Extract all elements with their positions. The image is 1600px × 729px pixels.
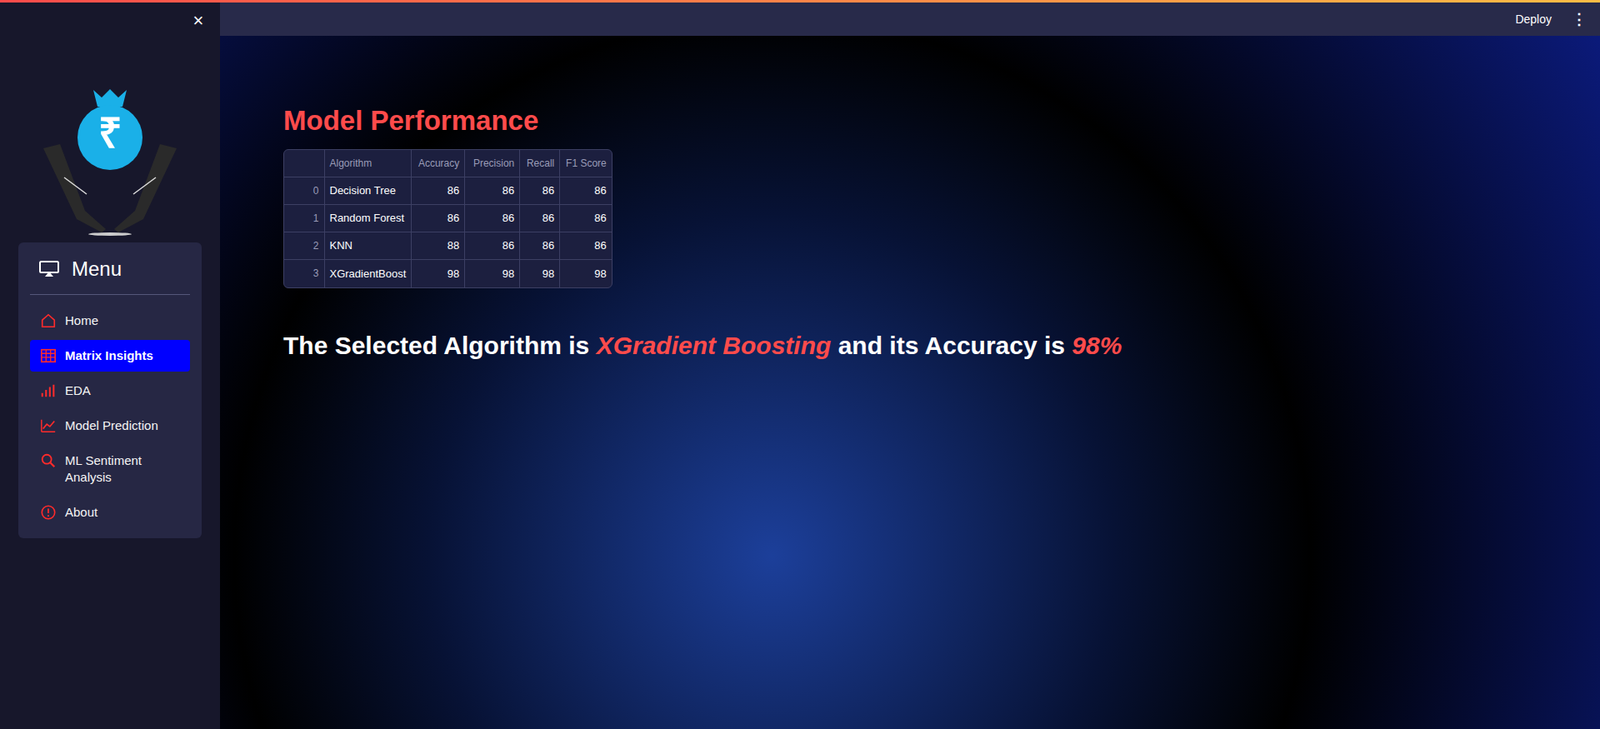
table-cell: 86 xyxy=(411,177,465,205)
result-text: The Selected Algorithm is XGradient Boos… xyxy=(283,329,1600,362)
sidebar-item-label: Home xyxy=(65,312,99,330)
table-row: 0Decision Tree86868686 xyxy=(284,177,612,205)
table-cell: KNN xyxy=(324,232,412,260)
table-cell: 86 xyxy=(520,205,560,233)
search-icon xyxy=(40,452,57,470)
sidebar-item[interactable]: Matrix Insights xyxy=(30,340,190,372)
table-cell: XGradientBoost xyxy=(324,260,412,288)
table-cell: 98 xyxy=(520,260,560,288)
menu-card: Menu Home Matrix Insights EDA Model Predict… xyxy=(18,242,202,539)
table-cell: 86 xyxy=(411,205,465,233)
hands-icon xyxy=(35,85,185,236)
sidebar-item[interactable]: Home xyxy=(30,305,190,337)
table-cell: 86 xyxy=(560,177,612,205)
menu-header: Menu xyxy=(30,254,190,295)
sidebar: × ₹ Menu Home Matrix Insights EDA Model Pre… xyxy=(0,2,220,729)
sidebar-item[interactable]: About xyxy=(30,496,190,529)
table-cell: 86 xyxy=(465,232,520,260)
sidebar-item[interactable]: ML Sentiment Analysis xyxy=(30,445,190,494)
sidebar-item[interactable]: Model Prediction xyxy=(30,410,190,442)
column-header xyxy=(284,150,325,178)
table-header: AlgorithmAccuracyPrecisionRecallF1 Score xyxy=(284,150,612,178)
sidebar-item-label: About xyxy=(65,504,98,521)
info-icon xyxy=(40,504,57,521)
airplay-icon xyxy=(38,260,60,279)
logo: ₹ xyxy=(35,85,185,236)
table-cell: 86 xyxy=(465,177,520,205)
table-row: 1Random Forest86868686 xyxy=(284,205,612,233)
table-cell: 86 xyxy=(560,205,612,233)
menu-list: Home Matrix Insights EDA Model Prediction ML… xyxy=(30,305,190,529)
page-title: Model Performance xyxy=(283,104,1600,138)
table-cell: 98 xyxy=(465,260,520,288)
table-cell: 2 xyxy=(284,232,325,260)
sidebar-item-label: ML Sentiment Analysis xyxy=(65,452,180,486)
table-cell: 98 xyxy=(411,260,465,288)
table-cell: 88 xyxy=(411,232,465,260)
table-cell: 86 xyxy=(520,177,560,205)
sidebar-item[interactable]: EDA xyxy=(30,375,190,407)
table-cell: 0 xyxy=(284,177,325,205)
more-button[interactable]: ⋮ xyxy=(1568,8,1590,31)
column-header: Algorithm xyxy=(324,150,412,178)
deploy-button[interactable]: Deploy xyxy=(1510,7,1557,32)
table-cell: 1 xyxy=(284,205,325,233)
result-algorithm: XGradient Boosting xyxy=(596,331,832,360)
sidebar-item-label: EDA xyxy=(65,382,91,400)
bar-chart-icon xyxy=(40,382,57,400)
main-area: Model Performance AlgorithmAccuracyPreci… xyxy=(220,35,1600,729)
close-button[interactable]: × xyxy=(186,9,210,33)
table-row: 2KNN88868686 xyxy=(284,232,612,260)
result-accuracy: 98% xyxy=(1071,331,1122,360)
house-icon xyxy=(40,312,57,330)
table-icon xyxy=(40,347,57,365)
column-header: Recall xyxy=(520,150,560,178)
sidebar-item-label: Model Prediction xyxy=(65,417,159,435)
rupee-symbol: ₹ xyxy=(35,112,185,155)
table-cell: Decision Tree xyxy=(324,177,412,205)
table-cell: Random Forest xyxy=(324,205,412,233)
performance-table: AlgorithmAccuracyPrecisionRecallF1 Score… xyxy=(283,149,613,289)
result-middle: and its Accuracy is xyxy=(830,331,1072,360)
column-header: F1 Score xyxy=(560,150,612,178)
table-cell: 98 xyxy=(560,260,612,288)
column-header: Precision xyxy=(465,150,520,178)
table-row: 3XGradientBoost98989898 xyxy=(284,260,612,288)
table-cell: 86 xyxy=(520,232,560,260)
table-cell: 86 xyxy=(560,232,612,260)
line-chart-icon xyxy=(40,417,57,435)
table-cell: 86 xyxy=(465,205,520,233)
top-bar: Deploy ⋮ xyxy=(220,2,1600,36)
sidebar-item-label: Matrix Insights xyxy=(65,347,154,365)
column-header: Accuracy xyxy=(411,150,465,178)
result-prefix: The Selected Algorithm is xyxy=(283,331,597,360)
table-cell: 3 xyxy=(284,260,325,288)
